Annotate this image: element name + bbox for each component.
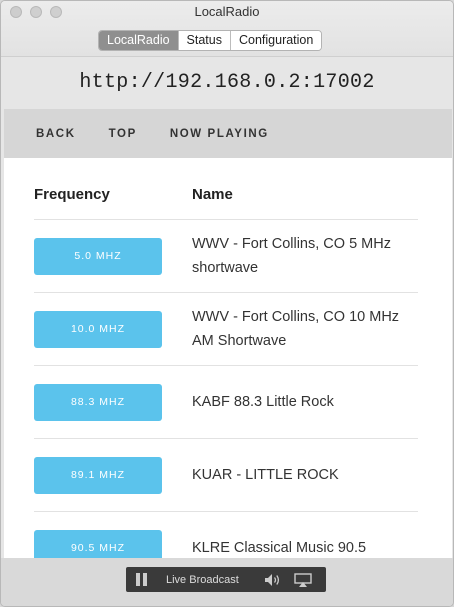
nav-bar: BACK TOP NOW PLAYING	[4, 109, 452, 158]
frequency-button[interactable]: 89.1 MHZ	[34, 456, 162, 494]
table-row: 89.1 MHZ KUAR - LITTLE ROCK	[34, 438, 418, 511]
app-window: LocalRadio LocalRadio Status Configurati…	[0, 0, 454, 607]
tab-configuration[interactable]: Configuration	[230, 31, 322, 50]
frequency-button[interactable]: 90.5 MHZ	[34, 529, 162, 558]
tab-segmented-control: LocalRadio Status Configuration	[98, 30, 323, 51]
frequency-button[interactable]: 10.0 MHZ	[34, 310, 162, 348]
window-title: LocalRadio	[194, 4, 260, 19]
frequency-header: Frequency	[34, 186, 110, 203]
frequency-button[interactable]: 88.3 MHZ	[34, 383, 162, 421]
station-list[interactable]: Frequency Name 5.0 MHZ WWV - Fort Collin…	[4, 158, 452, 558]
back-link[interactable]: BACK	[36, 128, 76, 140]
station-name: KUAR - LITTLE ROCK	[192, 467, 339, 483]
station-name: KLRE Classical Music 90.5	[192, 540, 367, 556]
player-status-label: Live Broadcast	[166, 573, 239, 586]
station-name: WWV - Fort Collins, CO 5 MHz shortwave	[192, 236, 391, 276]
table-row: 5.0 MHZ WWV - Fort Collins, CO 5 MHz sho…	[34, 219, 418, 292]
frequency-button[interactable]: 5.0 MHZ	[34, 237, 162, 275]
server-url: http://192.168.0.2:17002	[79, 71, 375, 94]
name-header: Name	[192, 186, 233, 203]
volume-icon[interactable]	[264, 573, 282, 587]
airplay-icon[interactable]	[294, 572, 312, 587]
now-playing-link[interactable]: NOW PLAYING	[170, 128, 269, 140]
player-bar: Live Broadcast	[1, 558, 453, 606]
table-row: 88.3 MHZ KABF 88.3 Little Rock	[34, 365, 418, 438]
tab-localradio[interactable]: LocalRadio	[99, 31, 179, 50]
tab-status[interactable]: Status	[178, 31, 231, 50]
top-link[interactable]: TOP	[109, 128, 137, 140]
title-bar: LocalRadio LocalRadio Status Configurati…	[1, 1, 453, 57]
table-header: Frequency Name	[34, 186, 418, 203]
table-row: 10.0 MHZ WWV - Fort Collins, CO 10 MHz A…	[34, 292, 418, 365]
station-name: WWV - Fort Collins, CO 10 MHz AM Shortwa…	[192, 309, 400, 349]
station-name: KABF 88.3 Little Rock	[192, 394, 334, 410]
pause-icon[interactable]	[136, 573, 148, 586]
audio-player: Live Broadcast	[126, 567, 326, 592]
table-row: 90.5 MHZ KLRE Classical Music 90.5	[34, 511, 418, 558]
